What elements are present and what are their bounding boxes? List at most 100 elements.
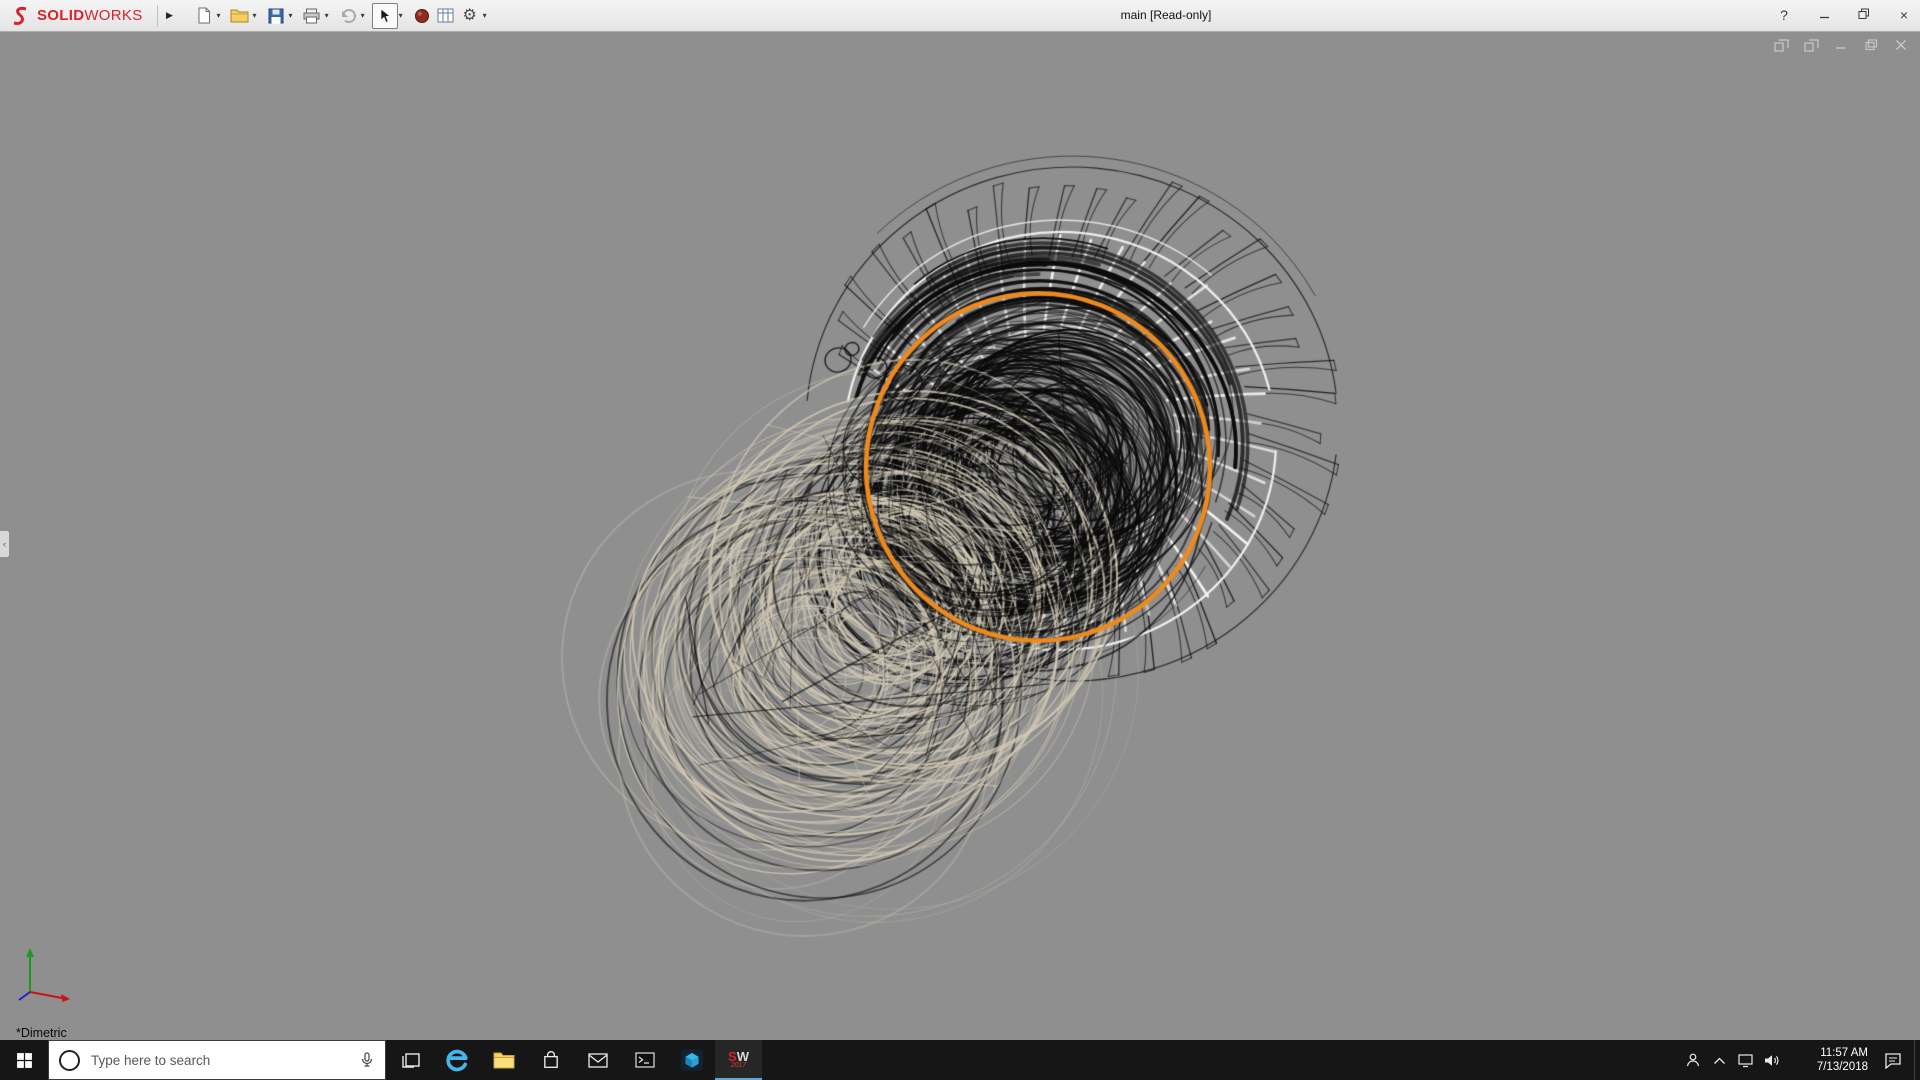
window-controls: ? × bbox=[1776, 0, 1912, 31]
options-button[interactable]: ⚙ bbox=[458, 4, 482, 28]
command-prompt-icon bbox=[634, 1052, 655, 1068]
restore-icon bbox=[1858, 8, 1869, 19]
view-orientation-label: *Dimetric bbox=[16, 1026, 67, 1040]
orientation-triad[interactable] bbox=[14, 940, 86, 1006]
taskbar-search[interactable] bbox=[48, 1040, 386, 1080]
network-button[interactable] bbox=[1732, 1040, 1758, 1080]
open-dropdown-caret[interactable]: ▾ bbox=[253, 11, 257, 20]
feature-panel-collapse-tab[interactable]: ‹ bbox=[0, 530, 10, 558]
graphics-area: *Dimetric ‹ bbox=[0, 31, 1920, 1040]
select-tool-button[interactable] bbox=[371, 2, 398, 29]
open-folder-icon bbox=[230, 9, 249, 23]
show-desktop-button[interactable] bbox=[1914, 1040, 1920, 1080]
minimize-button[interactable] bbox=[1816, 0, 1832, 31]
network-icon bbox=[1737, 1053, 1753, 1067]
close-button[interactable]: × bbox=[1896, 0, 1912, 31]
restore-button[interactable] bbox=[1856, 0, 1872, 31]
taskbar-command-prompt[interactable] bbox=[621, 1040, 668, 1080]
new-dropdown-caret[interactable]: ▾ bbox=[217, 11, 221, 20]
select-dropdown-caret[interactable]: ▾ bbox=[399, 11, 403, 20]
taskbar-mail[interactable] bbox=[574, 1040, 621, 1080]
cube-app-icon bbox=[680, 1049, 703, 1071]
doc-restore-button[interactable] bbox=[1862, 37, 1880, 53]
taskbar-solidworks[interactable]: SW 2017 bbox=[715, 1040, 762, 1080]
windows-logo-icon bbox=[16, 1052, 32, 1068]
taskbar-3d-app[interactable] bbox=[668, 1040, 715, 1080]
doc-restore-icon bbox=[1864, 39, 1877, 51]
new-document-button[interactable] bbox=[192, 4, 216, 28]
minimize-icon bbox=[1819, 16, 1829, 19]
store-icon bbox=[543, 1051, 558, 1068]
toolbar-divider bbox=[156, 4, 158, 27]
action-center-button[interactable] bbox=[1872, 1040, 1914, 1080]
print-button[interactable] bbox=[300, 4, 324, 28]
people-button[interactable] bbox=[1680, 1040, 1706, 1080]
chevron-up-icon bbox=[1713, 1057, 1725, 1064]
select-cursor-icon bbox=[380, 7, 391, 23]
taskbar-file-explorer[interactable] bbox=[480, 1040, 527, 1080]
undo-dropdown-caret[interactable]: ▾ bbox=[361, 11, 365, 20]
save-button[interactable] bbox=[264, 4, 288, 28]
new-document-icon bbox=[198, 7, 210, 24]
task-view-icon bbox=[401, 1053, 420, 1068]
design-table-icon bbox=[437, 8, 454, 23]
save-dropdown-caret[interactable]: ▾ bbox=[289, 11, 293, 20]
triad-x-arrow bbox=[61, 994, 70, 1002]
main-toolbar: ▾ ▾ ▾ ▾ ▾ ▾ ⚙ ▾ bbox=[192, 2, 494, 29]
dassault-logo-icon bbox=[13, 6, 27, 25]
brand-text: SOLIDWORKS bbox=[37, 7, 143, 25]
speaker-icon bbox=[1764, 1054, 1778, 1066]
taskbar-edge[interactable] bbox=[433, 1040, 480, 1080]
taskbar-spacer bbox=[762, 1040, 1680, 1080]
undo-icon bbox=[342, 9, 357, 23]
split-window-icon bbox=[1803, 38, 1819, 52]
toolbar-flyout-arrow[interactable]: ▶ bbox=[162, 10, 178, 21]
clock-date: 7/13/2018 bbox=[1816, 1061, 1868, 1073]
action-center-icon bbox=[1885, 1052, 1901, 1069]
task-view-button[interactable] bbox=[386, 1040, 433, 1080]
solidworks-app-icon: SW 2017 bbox=[728, 1050, 749, 1069]
taskbar-store[interactable] bbox=[527, 1040, 574, 1080]
doc-new-window-button[interactable] bbox=[1772, 37, 1790, 53]
design-table-button[interactable] bbox=[434, 4, 458, 28]
open-button[interactable] bbox=[228, 4, 252, 28]
doc-minimize-icon bbox=[1836, 47, 1845, 49]
options-dropdown-caret[interactable]: ▾ bbox=[483, 11, 487, 20]
new-window-icon bbox=[1773, 38, 1789, 52]
app-logo: SOLIDWORKS bbox=[0, 6, 153, 26]
undo-button[interactable] bbox=[336, 4, 360, 28]
model-viewport-canvas[interactable] bbox=[0, 31, 1920, 1040]
volume-button[interactable] bbox=[1758, 1040, 1784, 1080]
mail-icon bbox=[587, 1052, 608, 1068]
solidworks-icon-letters: SW bbox=[728, 1050, 749, 1063]
cortana-icon bbox=[59, 1049, 80, 1071]
edge-browser-icon bbox=[445, 1049, 468, 1072]
window-title: main [Read-only] bbox=[1120, 8, 1212, 22]
document-window-controls bbox=[1772, 37, 1910, 53]
appearance-sphere-icon bbox=[414, 8, 429, 23]
clock-time: 11:57 AM bbox=[1820, 1047, 1868, 1059]
doc-close-button[interactable] bbox=[1892, 37, 1910, 53]
people-icon bbox=[1686, 1053, 1700, 1067]
triad-y-arrow bbox=[26, 948, 34, 957]
triad-x-axis bbox=[29, 991, 63, 999]
print-dropdown-caret[interactable]: ▾ bbox=[325, 11, 329, 20]
solidworks-icon-year: 2017 bbox=[730, 1062, 747, 1069]
doc-close-icon bbox=[1896, 40, 1906, 50]
screen: { "window": { "brand_solid": "SOLID", "b… bbox=[0, 0, 1920, 1080]
taskbar-clock[interactable]: 11:57 AM 7/13/2018 bbox=[1784, 1040, 1872, 1080]
app-titlebar: SOLIDWORKS ▶ ▾ ▾ ▾ ▾ ▾ ▾ ⚙ ▾ main [Read-… bbox=[0, 0, 1920, 32]
search-input[interactable] bbox=[89, 1051, 350, 1069]
print-icon bbox=[303, 8, 320, 23]
doc-split-window-button[interactable] bbox=[1802, 37, 1820, 53]
microphone-icon[interactable] bbox=[359, 1052, 375, 1068]
taskbar: SW 2017 11:57 AM 7/13/2018 bbox=[0, 1040, 1920, 1080]
start-button[interactable] bbox=[0, 1040, 48, 1080]
file-explorer-icon bbox=[493, 1052, 514, 1069]
appearance-button[interactable] bbox=[410, 4, 434, 28]
tray-overflow-button[interactable] bbox=[1706, 1040, 1732, 1080]
triad-z-axis bbox=[18, 991, 31, 1001]
help-button[interactable]: ? bbox=[1776, 0, 1792, 31]
gear-icon: ⚙ bbox=[462, 6, 477, 24]
doc-minimize-button[interactable] bbox=[1832, 37, 1850, 53]
